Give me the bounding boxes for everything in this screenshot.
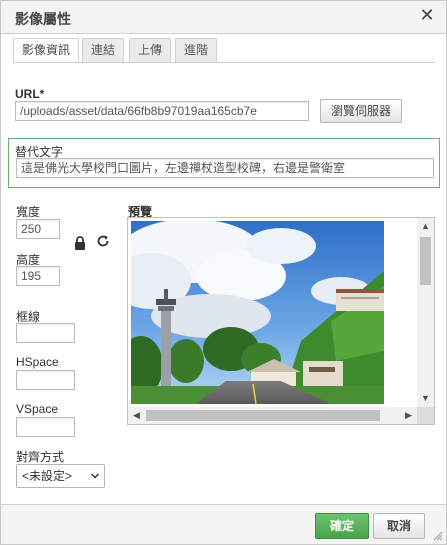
preview-pane[interactable]: ▲ ▼ ◀ ▶	[127, 217, 435, 425]
hspace-label: HSpace	[16, 355, 59, 369]
scrollbar-corner	[417, 407, 434, 424]
alt-text-input[interactable]: 這是佛光大學校門口圖片，左邊禪杖造型校碑，右邊是警衛室	[16, 158, 434, 178]
horizontal-scroll-thumb[interactable]	[146, 410, 380, 421]
preview-image	[131, 221, 384, 404]
tab-advanced[interactable]: 進階	[175, 38, 218, 62]
scroll-left-icon[interactable]: ◀	[128, 407, 145, 424]
lock-icon[interactable]	[74, 236, 86, 250]
align-label: 對齊方式	[16, 450, 65, 464]
height-input[interactable]: 195	[16, 266, 60, 286]
tab-upload[interactable]: 上傳	[129, 38, 172, 62]
dialog-title: 影像屬性	[15, 11, 71, 27]
scroll-down-icon[interactable]: ▼	[417, 390, 434, 407]
border-input[interactable]	[16, 323, 75, 343]
resize-grip-icon[interactable]	[433, 531, 443, 541]
url-label: URL*	[15, 87, 45, 101]
close-icon[interactable]: ✕	[418, 7, 436, 25]
dialog-titlebar[interactable]: 影像屬性 ✕	[1, 1, 446, 34]
align-selected-value: <未設定>	[22, 469, 73, 483]
width-label: 寬度	[16, 205, 41, 219]
dialog-footer: 確定 取消	[1, 504, 446, 544]
tab-panel-divider	[13, 62, 435, 63]
ok-button[interactable]: 確定	[315, 513, 369, 539]
preview-vertical-scrollbar[interactable]: ▲ ▼	[417, 218, 434, 407]
browse-server-button[interactable]: 瀏覽伺服器	[320, 99, 402, 123]
cancel-button[interactable]: 取消	[373, 513, 425, 539]
tab-image-info[interactable]: 影像資訊	[13, 38, 80, 63]
width-input[interactable]: 250	[16, 219, 60, 239]
chevron-down-icon	[91, 473, 99, 479]
vertical-scroll-thumb[interactable]	[420, 237, 431, 285]
vspace-input[interactable]	[16, 417, 75, 437]
scroll-right-icon[interactable]: ▶	[400, 407, 417, 424]
reset-size-icon[interactable]	[96, 234, 110, 248]
url-input[interactable]: /uploads/asset/data/66fb8b97019aa165cb7e	[15, 101, 309, 121]
align-select[interactable]: <未設定>	[16, 464, 105, 488]
vspace-label: VSpace	[16, 402, 59, 416]
image-properties-dialog: 影像屬性 ✕ 影像資訊 連結 上傳 進階 URL* /uploads/asset…	[0, 0, 447, 545]
tab-link[interactable]: 連結	[82, 38, 125, 62]
hspace-input[interactable]	[16, 370, 75, 390]
scroll-up-icon[interactable]: ▲	[417, 218, 434, 235]
preview-horizontal-scrollbar[interactable]: ◀ ▶	[128, 407, 417, 424]
